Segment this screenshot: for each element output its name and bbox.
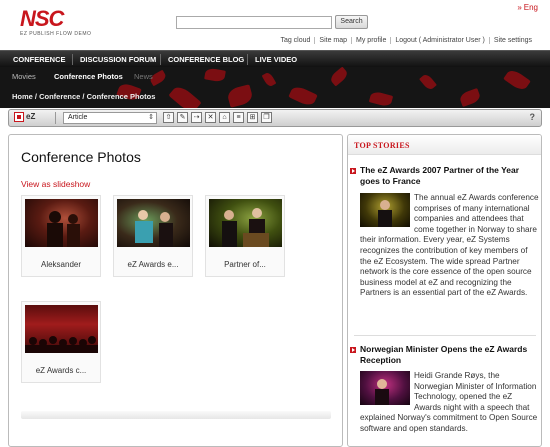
people-silhouette-icon bbox=[135, 210, 173, 247]
subnav-item-movies[interactable]: Movies bbox=[12, 72, 36, 81]
my-profile-link[interactable]: My profile bbox=[351, 37, 390, 44]
rose-petal-decoration bbox=[288, 84, 318, 108]
site-settings-link[interactable]: Site settings bbox=[488, 37, 536, 44]
create-here-icon[interactable]: ⇧ bbox=[163, 112, 174, 123]
remove-icon[interactable]: ✕ bbox=[205, 112, 216, 123]
site-logo[interactable]: NSC EZ PUBLISH FLOW DEMO bbox=[20, 6, 92, 38]
photo-thumbnail[interactable]: Aleksander bbox=[21, 195, 101, 277]
main-content: Conference Photos View as slideshow Alek… bbox=[8, 134, 343, 447]
language-link[interactable]: » Eng bbox=[517, 3, 538, 12]
photo-image[interactable] bbox=[117, 199, 190, 247]
story-divider bbox=[354, 335, 536, 336]
add-location-icon[interactable]: ⌂ bbox=[219, 112, 230, 123]
rose-petal-decoration bbox=[168, 83, 202, 108]
nav-divider bbox=[247, 54, 248, 65]
class-select-value: Article bbox=[68, 114, 88, 121]
rose-petal-decoration bbox=[328, 67, 350, 87]
subnav-item-conference-photos[interactable]: Conference Photos bbox=[54, 72, 123, 81]
page-title: Conference Photos bbox=[21, 149, 141, 165]
rose-petal-decoration bbox=[368, 90, 394, 108]
nav-divider bbox=[72, 54, 73, 65]
people-silhouette-icon bbox=[222, 208, 269, 247]
ez-toolbar: eZ Article ⇕ ⇧ ✎ ⇢ ✕ ⌂ ≡ ⊞ ❐ ? bbox=[8, 109, 542, 127]
rose-petal-decoration bbox=[503, 67, 531, 93]
nav-divider bbox=[160, 54, 161, 65]
ez-logo-text: eZ bbox=[26, 112, 36, 122]
nav-item-conference[interactable]: CONFERENCE bbox=[8, 51, 71, 68]
search-button[interactable]: Search bbox=[335, 15, 368, 29]
top-stories-heading: TOP STORIES bbox=[354, 141, 410, 150]
select-arrows-icon: ⇕ bbox=[148, 114, 154, 121]
tag-cloud-link[interactable]: Tag cloud bbox=[276, 37, 314, 44]
logo-text: NSC bbox=[20, 6, 64, 31]
story-arrow-icon bbox=[350, 168, 356, 174]
sort-icon[interactable]: ≡ bbox=[233, 112, 244, 123]
rose-petal-decoration bbox=[204, 67, 226, 83]
photo-caption[interactable]: Partner of... bbox=[206, 260, 284, 269]
toolbar-divider bbox=[55, 112, 56, 124]
story-title[interactable]: Norwegian Minister Opens the eZ Awards R… bbox=[360, 344, 538, 366]
ez-logo: eZ bbox=[14, 112, 35, 122]
main-nav: CONFERENCE DISCUSSION FORUM CONFERENCE B… bbox=[0, 50, 550, 67]
photo-caption[interactable]: Aleksander bbox=[22, 260, 100, 269]
photo-thumbnail[interactable]: Partner of... bbox=[205, 195, 285, 277]
class-select[interactable]: Article ⇕ bbox=[63, 112, 157, 124]
story-summary: The annual eZ Awards conference comprise… bbox=[360, 193, 540, 299]
image-spacer bbox=[360, 371, 414, 405]
people-silhouette-icon bbox=[47, 211, 80, 247]
nav-item-live-video[interactable]: LIVE VIDEO bbox=[250, 51, 302, 68]
nav-item-conference-blog[interactable]: CONFERENCE BLOG bbox=[163, 51, 249, 68]
top-stories-header: TOP STORIES bbox=[348, 135, 541, 155]
story-arrow-icon bbox=[350, 347, 356, 353]
site-map-link[interactable]: Site map bbox=[314, 37, 351, 44]
copy-icon[interactable]: ❐ bbox=[261, 112, 272, 123]
translate-icon[interactable]: ⊞ bbox=[247, 112, 258, 123]
rose-petal-decoration bbox=[226, 84, 254, 108]
rose-petal-decoration bbox=[458, 87, 482, 108]
photo-image[interactable] bbox=[209, 199, 282, 247]
top-stories-panel: TOP STORIES The eZ Awards 2007 Partner o… bbox=[347, 134, 542, 447]
image-spacer bbox=[360, 193, 414, 227]
hero-banner: Movies Conference Photos News Home / Con… bbox=[0, 67, 550, 108]
logout-link[interactable]: Logout ( Administrator User ) bbox=[390, 37, 488, 44]
help-icon[interactable]: ? bbox=[530, 112, 536, 122]
audience-silhouette-icon bbox=[25, 336, 98, 353]
slideshow-link[interactable]: View as slideshow bbox=[21, 179, 90, 189]
panel-footer bbox=[21, 411, 331, 419]
photo-image[interactable] bbox=[25, 199, 98, 247]
photo-caption[interactable]: eZ Awards c... bbox=[22, 366, 100, 375]
site-header: NSC EZ PUBLISH FLOW DEMO » Eng Search Tag… bbox=[0, 0, 550, 50]
search-input[interactable] bbox=[176, 16, 332, 29]
photo-thumbnail[interactable]: eZ Awards c... bbox=[21, 301, 101, 383]
breadcrumb[interactable]: Home / Conference / Conference Photos bbox=[12, 92, 155, 101]
logo-subtitle: EZ PUBLISH FLOW DEMO bbox=[20, 31, 92, 37]
edit-icon[interactable]: ✎ bbox=[177, 112, 188, 123]
language-label: Eng bbox=[523, 3, 538, 12]
story-summary: Heidi Grande Røys, the Norwegian Ministe… bbox=[360, 371, 540, 435]
photo-caption[interactable]: eZ Awards e... bbox=[114, 260, 192, 269]
subnav-item-news[interactable]: News bbox=[134, 72, 153, 81]
user-links: Tag cloud Site map My profile Logout ( A… bbox=[276, 37, 536, 44]
rose-petal-decoration bbox=[419, 72, 437, 92]
story-title[interactable]: The eZ Awards 2007 Partner of the Year g… bbox=[360, 165, 538, 187]
photo-image[interactable] bbox=[25, 305, 98, 353]
photo-thumbnail[interactable]: eZ Awards e... bbox=[113, 195, 193, 277]
nav-item-discussion-forum[interactable]: DISCUSSION FORUM bbox=[75, 51, 161, 68]
move-icon[interactable]: ⇢ bbox=[191, 112, 202, 123]
ez-logo-icon bbox=[14, 112, 24, 122]
language-arrow-icon: » bbox=[517, 3, 522, 12]
rose-petal-decoration bbox=[261, 71, 277, 88]
